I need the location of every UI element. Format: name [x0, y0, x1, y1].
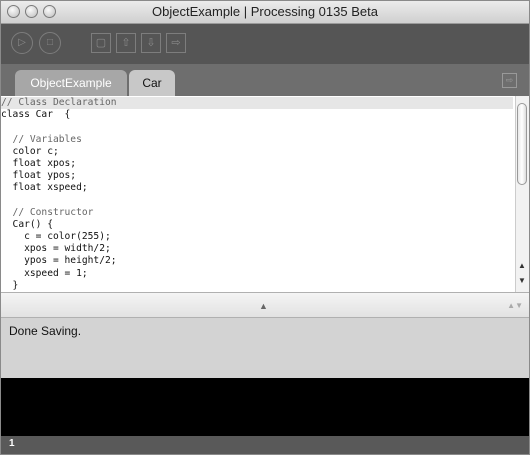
- toolbar: ▷ □ ▢ ⇧ ⇩ ⇨: [1, 24, 529, 64]
- code-line: xspeed = 1;: [1, 267, 88, 279]
- code-line: float xspeed;: [1, 182, 88, 194]
- window-title: ObjectExample | Processing 0135 Beta: [152, 4, 378, 19]
- code-line: class Car {: [1, 109, 71, 121]
- save-button[interactable]: ⇩: [141, 33, 161, 53]
- tab-menu-button[interactable]: ⇨: [502, 73, 517, 88]
- code-line: xpos = width/2;: [1, 243, 111, 255]
- run-button[interactable]: ▷: [11, 32, 33, 54]
- scrollbar-thumb[interactable]: [517, 103, 527, 185]
- line-number: 1: [9, 438, 15, 449]
- scroll-down-icon[interactable]: ▼: [518, 276, 526, 285]
- code-line: c = color(255);: [1, 231, 111, 243]
- code-line: Car() {: [1, 218, 53, 230]
- save-icon: ⇩: [146, 37, 156, 49]
- export-button[interactable]: ⇨: [166, 33, 186, 53]
- stop-icon: □: [46, 37, 54, 48]
- status-message: Done Saving.: [9, 324, 82, 338]
- collapse-icon[interactable]: ▲: [259, 301, 268, 311]
- code-line: // Class Declaration: [1, 97, 513, 110]
- code-line: ypos = height/2;: [1, 255, 117, 267]
- code-line: }: [1, 279, 19, 291]
- code-editor[interactable]: // Class Declaration class Car { // Vari…: [1, 96, 529, 292]
- play-icon: ▷: [18, 37, 26, 48]
- code-line: color c;: [1, 145, 59, 157]
- new-button[interactable]: ▢: [91, 33, 111, 53]
- tab-objectexample[interactable]: ObjectExample: [15, 70, 127, 96]
- resize-handle-icon[interactable]: ▲▼: [507, 301, 523, 310]
- open-button[interactable]: ⇧: [116, 33, 136, 53]
- vertical-scrollbar[interactable]: ▲ ▼: [515, 96, 529, 292]
- open-icon: ⇧: [121, 37, 131, 49]
- code-line: // Variables: [1, 133, 82, 145]
- arrow-right-icon: ⇨: [505, 75, 514, 85]
- footer-bar: 1: [1, 436, 529, 454]
- code-line: float ypos;: [1, 170, 77, 182]
- export-icon: ⇨: [171, 37, 181, 49]
- code-line: // Constructor: [1, 206, 94, 218]
- stop-button[interactable]: □: [39, 32, 61, 54]
- console-area[interactable]: [1, 378, 529, 436]
- status-bar: Done Saving.: [1, 318, 529, 378]
- code-line: float xpos;: [1, 157, 77, 169]
- title-bar: ObjectExample | Processing 0135 Beta: [1, 1, 529, 24]
- tab-car[interactable]: Car: [129, 70, 175, 96]
- scroll-up-icon[interactable]: ▲: [518, 261, 526, 270]
- new-file-icon: ▢: [95, 37, 107, 49]
- processing-window: ObjectExample | Processing 0135 Beta ▷ □…: [0, 0, 530, 455]
- tab-bar: ObjectExample Car ⇨: [1, 64, 529, 96]
- code-text: // Class Declaration class Car { // Vari…: [1, 97, 513, 292]
- panel-divider[interactable]: ▲ ▲▼: [1, 292, 529, 318]
